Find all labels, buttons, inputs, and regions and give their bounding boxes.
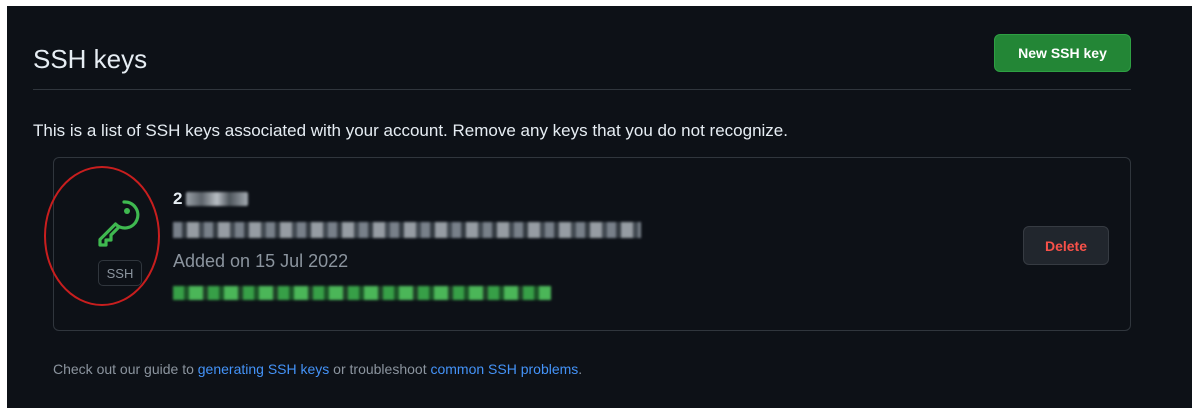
new-ssh-key-button[interactable]: New SSH key [994, 34, 1131, 72]
key-type-badge: SSH [98, 260, 142, 286]
keys-description: This is a list of SSH keys associated wi… [33, 121, 788, 140]
key-last-used-redacted [173, 286, 551, 300]
page-title: SSH keys [33, 44, 148, 74]
delete-key-button[interactable]: Delete [1023, 226, 1109, 265]
footer-middle: or troubleshoot [329, 361, 431, 377]
key-fingerprint-redacted [173, 222, 641, 238]
generating-ssh-keys-link[interactable]: generating SSH keys [198, 361, 330, 377]
key-title-redacted [186, 192, 248, 206]
help-footer: Check out our guide to generating SSH ke… [53, 360, 582, 378]
common-ssh-problems-link[interactable]: common SSH problems [430, 361, 578, 377]
key-title: 2 [173, 189, 183, 208]
key-icon [98, 200, 140, 247]
ssh-key-item: SSH 2 Added on 15 Jul 2022 Delete [53, 157, 1131, 331]
header-divider [33, 89, 1131, 90]
footer-suffix: . [578, 361, 583, 377]
key-added-date: Added on 15 Jul 2022 [173, 251, 349, 271]
footer-prefix: Check out our guide to [53, 361, 198, 377]
settings-ssh-keys-panel: SSH keys New SSH key This is a list of S… [7, 6, 1192, 408]
